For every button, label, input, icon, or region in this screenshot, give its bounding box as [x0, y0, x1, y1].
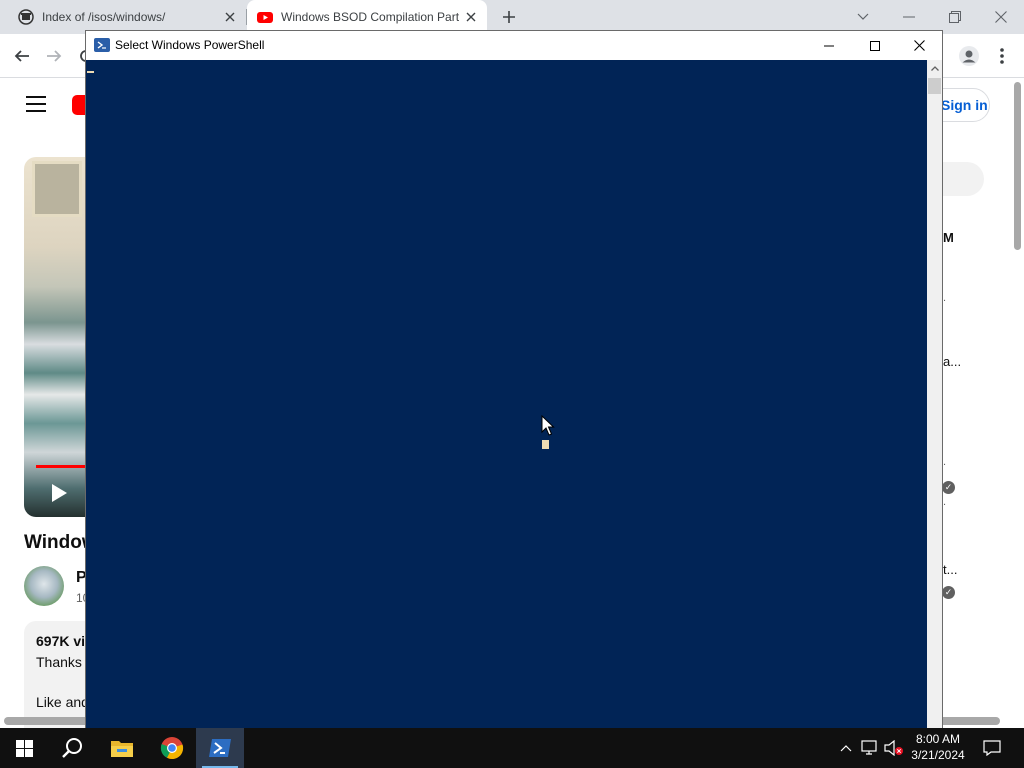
- tab-title: Windows BSOD Compilation Part: [281, 10, 460, 24]
- powershell-icon: [209, 739, 231, 757]
- console-vertical-scrollbar[interactable]: [927, 60, 942, 729]
- show-hidden-icons-button[interactable]: [836, 738, 856, 758]
- channel-avatar[interactable]: [24, 566, 64, 606]
- file-explorer-button[interactable]: [98, 728, 146, 768]
- powershell-console[interactable]: [86, 60, 927, 729]
- scroll-up-button[interactable]: [927, 60, 942, 77]
- plus-icon: [503, 11, 515, 23]
- new-tab-button[interactable]: [498, 6, 520, 28]
- video-frame-content: [32, 161, 82, 217]
- close-tab-icon[interactable]: [461, 7, 481, 27]
- search-button[interactable]: [48, 728, 96, 768]
- browser-menu-button[interactable]: [990, 44, 1014, 68]
- powershell-taskbar-button[interactable]: [196, 728, 244, 768]
- arrow-left-icon: [14, 50, 29, 62]
- clock-time: 8:00 AM: [915, 732, 961, 746]
- minimize-button[interactable]: [886, 0, 932, 34]
- chevron-up-icon: [930, 66, 939, 71]
- related-video-meta: .: [943, 496, 947, 508]
- back-button[interactable]: [10, 44, 34, 68]
- restore-button[interactable]: [932, 0, 978, 34]
- taskbar-clock[interactable]: 8:00 AM 3/21/2024: [904, 731, 972, 763]
- chevron-down-icon: [857, 13, 869, 20]
- arrow-right-icon: [47, 50, 62, 62]
- profile-button[interactable]: [957, 44, 981, 68]
- close-tab-icon[interactable]: [220, 7, 240, 27]
- mouse-pointer-icon: [541, 415, 555, 436]
- network-icon: [861, 740, 877, 755]
- window-title: Select Windows PowerShell: [115, 38, 265, 52]
- close-icon: [913, 40, 925, 51]
- related-video-snippet[interactable]: t...: [943, 562, 957, 577]
- tab-index-of-isos[interactable]: Index of /isos/windows/: [0, 0, 246, 34]
- browser-tab-strip: Index of /isos/windows/ Windows BSOD Com…: [0, 0, 1024, 34]
- selection-block: [542, 440, 549, 449]
- tab-youtube-bsod[interactable]: Windows BSOD Compilation Part: [247, 0, 487, 34]
- close-icon: [995, 11, 1007, 23]
- minimize-icon: [903, 16, 915, 18]
- forward-button[interactable]: [42, 44, 66, 68]
- tab-title: Index of /isos/windows/: [42, 10, 166, 24]
- minimize-button[interactable]: [806, 31, 852, 60]
- start-button[interactable]: [0, 728, 48, 768]
- related-video-meta: .: [943, 292, 947, 304]
- hamburger-menu-icon[interactable]: [26, 96, 46, 112]
- maximize-button[interactable]: [852, 31, 898, 60]
- description-line: Like and: [36, 694, 89, 710]
- profile-avatar-icon: [959, 46, 979, 66]
- volume-button[interactable]: [884, 738, 904, 758]
- youtube-icon: [257, 12, 273, 23]
- text-cursor: [87, 71, 94, 73]
- powershell-icon: [94, 38, 110, 52]
- chrome-icon: [160, 737, 184, 760]
- network-button[interactable]: [860, 738, 880, 758]
- related-video-snippet[interactable]: a...: [943, 354, 961, 369]
- chrome-button[interactable]: [148, 728, 196, 768]
- more-vertical-icon: [1000, 48, 1004, 64]
- play-icon[interactable]: [48, 482, 70, 504]
- notification-icon: [983, 740, 1001, 756]
- file-explorer-icon: [111, 741, 133, 757]
- page-vertical-scrollbar[interactable]: [1011, 78, 1024, 728]
- taskbar: 8:00 AM 3/21/2024: [0, 728, 1024, 768]
- volume-muted-icon: [884, 740, 903, 756]
- close-button[interactable]: [896, 31, 942, 60]
- verified-badge-icon: ✓: [942, 586, 955, 599]
- close-button[interactable]: [978, 0, 1024, 34]
- maximize-icon: [870, 40, 880, 51]
- verified-badge-icon: ✓: [942, 481, 955, 494]
- restore-icon: [949, 11, 961, 23]
- action-center-button[interactable]: [982, 738, 1002, 758]
- tab-search-button[interactable]: [840, 0, 886, 34]
- minimize-icon: [824, 45, 834, 46]
- search-icon: [62, 738, 82, 758]
- archive-org-icon: [18, 9, 34, 25]
- clock-date: 3/21/2024: [911, 748, 965, 762]
- desktop-screen: Index of /isos/windows/ Windows BSOD Com…: [0, 0, 1024, 768]
- related-video-snippet[interactable]: M: [943, 230, 954, 245]
- description-line: Thanks: [36, 654, 82, 670]
- browser-window-controls: [840, 0, 1024, 34]
- scrollbar-thumb[interactable]: [928, 78, 941, 94]
- start-icon: [15, 739, 33, 757]
- powershell-window[interactable]: Select Windows PowerShell: [85, 30, 943, 729]
- chevron-up-icon: [840, 744, 852, 751]
- powershell-titlebar[interactable]: Select Windows PowerShell: [86, 31, 942, 60]
- scrollbar-thumb[interactable]: [1014, 82, 1021, 250]
- related-video-meta: .: [943, 456, 947, 468]
